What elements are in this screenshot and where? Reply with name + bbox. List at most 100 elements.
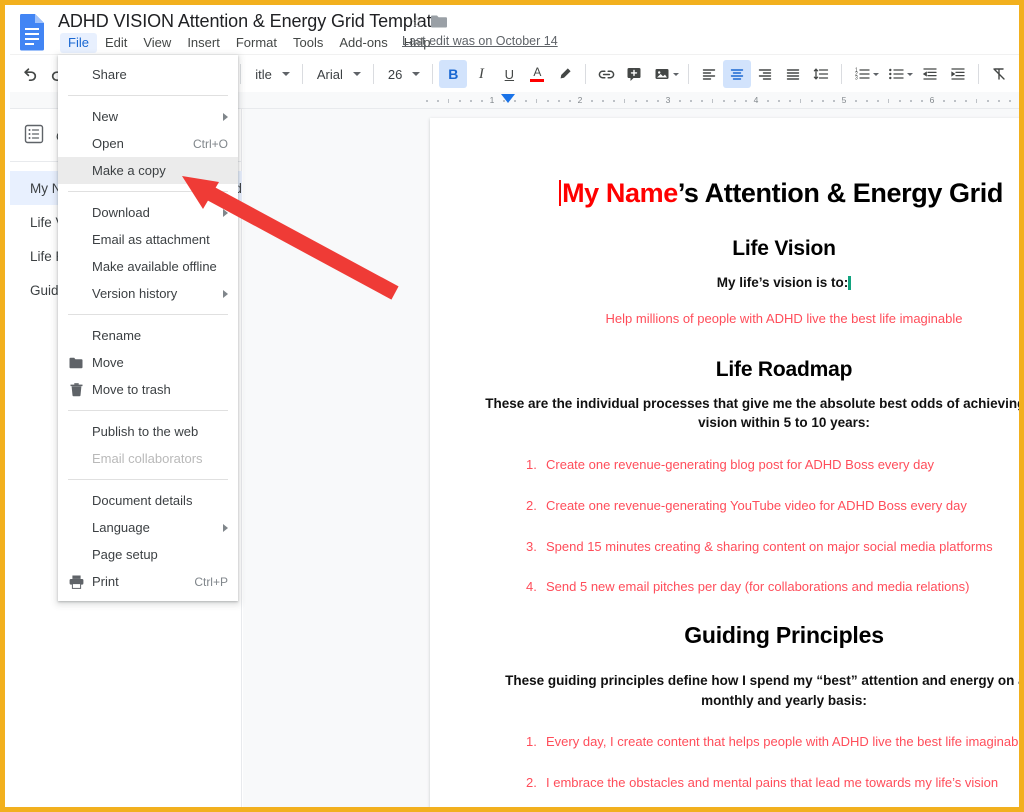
ruler-tick [943,100,945,102]
folder-icon [68,355,84,371]
menu-item-language[interactable]: Language [58,514,238,541]
google-docs-logo-icon[interactable] [16,13,48,51]
menu-label: Move to trash [92,382,171,397]
document-canvas[interactable]: My Name’s Attention & Energy Grid Life V… [243,109,1024,812]
ruler-tick [800,99,801,103]
ruler-tick [679,100,681,102]
ruler-tick [778,100,780,102]
last-edit-link[interactable]: Last edit was on October 14 [402,34,558,48]
menu-label: Rename [92,328,141,343]
menu-item-rename[interactable]: Rename [58,322,238,349]
italic-button[interactable]: I [467,60,495,88]
align-left-button[interactable] [695,60,723,88]
menu-view[interactable]: View [135,33,179,53]
link-icon [598,66,615,83]
menu-item-make-available-offline[interactable]: Make available offline [58,253,238,280]
indent-marker[interactable] [501,94,515,103]
ruler-tick [723,100,725,102]
highlight-icon [557,66,573,82]
outline-icon[interactable] [24,124,44,149]
underline-button[interactable]: U [495,60,523,88]
menu-item-make-a-copy[interactable]: Make a copy [58,157,238,184]
title-bar: ADHD VISION Attention & Energy Grid Temp… [10,10,1024,54]
menu-file[interactable]: File [60,33,97,53]
ruler-tick [426,100,428,102]
menu-item-move-to-trash[interactable]: Move to trash [58,376,238,403]
menu-label: Download [92,205,150,220]
menu-item-print[interactable]: Print Ctrl+P [58,568,238,595]
menu-edit[interactable]: Edit [97,33,135,53]
bulleted-list-icon [888,66,904,82]
menu-item-new[interactable]: New [58,103,238,130]
ruler-tick [558,100,560,102]
paragraph-style-select[interactable]: itle [247,61,296,87]
star-icon[interactable]: ☆ [408,14,426,32]
ruler-tick [701,100,703,102]
life-vision-prompt-text: My life’s vision is to: [717,275,849,290]
menu-insert[interactable]: Insert [179,33,228,53]
chevron-down-icon [907,73,913,76]
font-family-select[interactable]: Arial [309,61,367,87]
guiding-principles-blurb: These guiding principles define how I sp… [484,671,1024,710]
add-comment-button[interactable] [620,60,648,88]
align-justify-icon [785,66,801,82]
menu-item-document-details[interactable]: Document details [58,487,238,514]
ruler-tick [1009,100,1011,102]
bold-button[interactable]: B [439,60,467,88]
menu-label: Language [92,520,150,535]
decrease-indent-button[interactable] [916,60,944,88]
menu-item-page-setup[interactable]: Page setup [58,541,238,568]
menu-item-download[interactable]: Download [58,199,238,226]
file-menu-dropdown[interactable]: Share New Open Ctrl+O Make a copy Downlo… [58,55,238,601]
life-roadmap-blurb: These are the individual processes that … [484,394,1024,433]
align-center-button[interactable] [723,60,751,88]
menu-item-publish-to-the-web[interactable]: Publish to the web [58,418,238,445]
underline-icon: U [505,67,514,82]
text-color-icon: A [530,66,544,82]
collaborator-cursor [848,276,851,290]
menu-item-email-as-attachment[interactable]: Email as attachment [58,226,238,253]
list-text: Create one revenue-generating YouTube vi… [546,498,967,513]
list-item: 3.Spend 15 minutes creating & sharing co… [504,539,1024,556]
menu-item-move[interactable]: Move [58,349,238,376]
list-text: Spend 15 minutes creating & sharing cont… [546,539,993,554]
font-size-value: 26 [388,67,402,82]
insert-image-button[interactable] [648,61,682,87]
ruler-tick [646,100,648,102]
align-justify-button[interactable] [779,60,807,88]
align-right-button[interactable] [751,60,779,88]
menu-item-version-history[interactable]: Version history [58,280,238,307]
printer-icon [68,574,84,590]
ruler-tick [767,100,769,102]
menu-label: Document details [92,493,192,508]
line-spacing-button[interactable] [807,60,835,88]
numbered-list-button[interactable]: 123 [848,61,882,87]
menu-format[interactable]: Format [228,33,285,53]
menu-addons[interactable]: Add-ons [331,33,395,53]
document-page[interactable]: My Name’s Attention & Energy Grid Life V… [430,118,1024,812]
move-to-folder-icon[interactable] [430,14,448,29]
ruler-tick [987,100,989,102]
doc-title-name: My Name [562,178,678,208]
document-title[interactable]: ADHD VISION Attention & Energy Grid Temp… [58,11,441,32]
bold-icon: B [448,66,458,82]
menu-item-share[interactable]: Share [58,61,238,88]
comment-plus-icon [626,66,642,82]
clear-formatting-button[interactable] [985,60,1013,88]
font-size-select[interactable]: 26 [380,61,426,87]
undo-icon[interactable] [16,60,44,88]
list-number: 1. [526,734,537,751]
insert-link-button[interactable] [592,60,620,88]
chevron-down-icon [673,73,679,76]
highlight-color-button[interactable] [551,60,579,88]
ruler-tick [635,100,637,102]
ruler-tick [965,100,967,102]
menu-separator [68,479,228,480]
increase-indent-button[interactable] [944,60,972,88]
menu-item-open[interactable]: Open Ctrl+O [58,130,238,157]
ruler-tick [899,100,901,102]
text-color-button[interactable]: A [523,60,551,88]
ruler-number: 1 [490,95,495,105]
bulleted-list-button[interactable] [882,61,916,87]
menu-tools[interactable]: Tools [285,33,331,53]
